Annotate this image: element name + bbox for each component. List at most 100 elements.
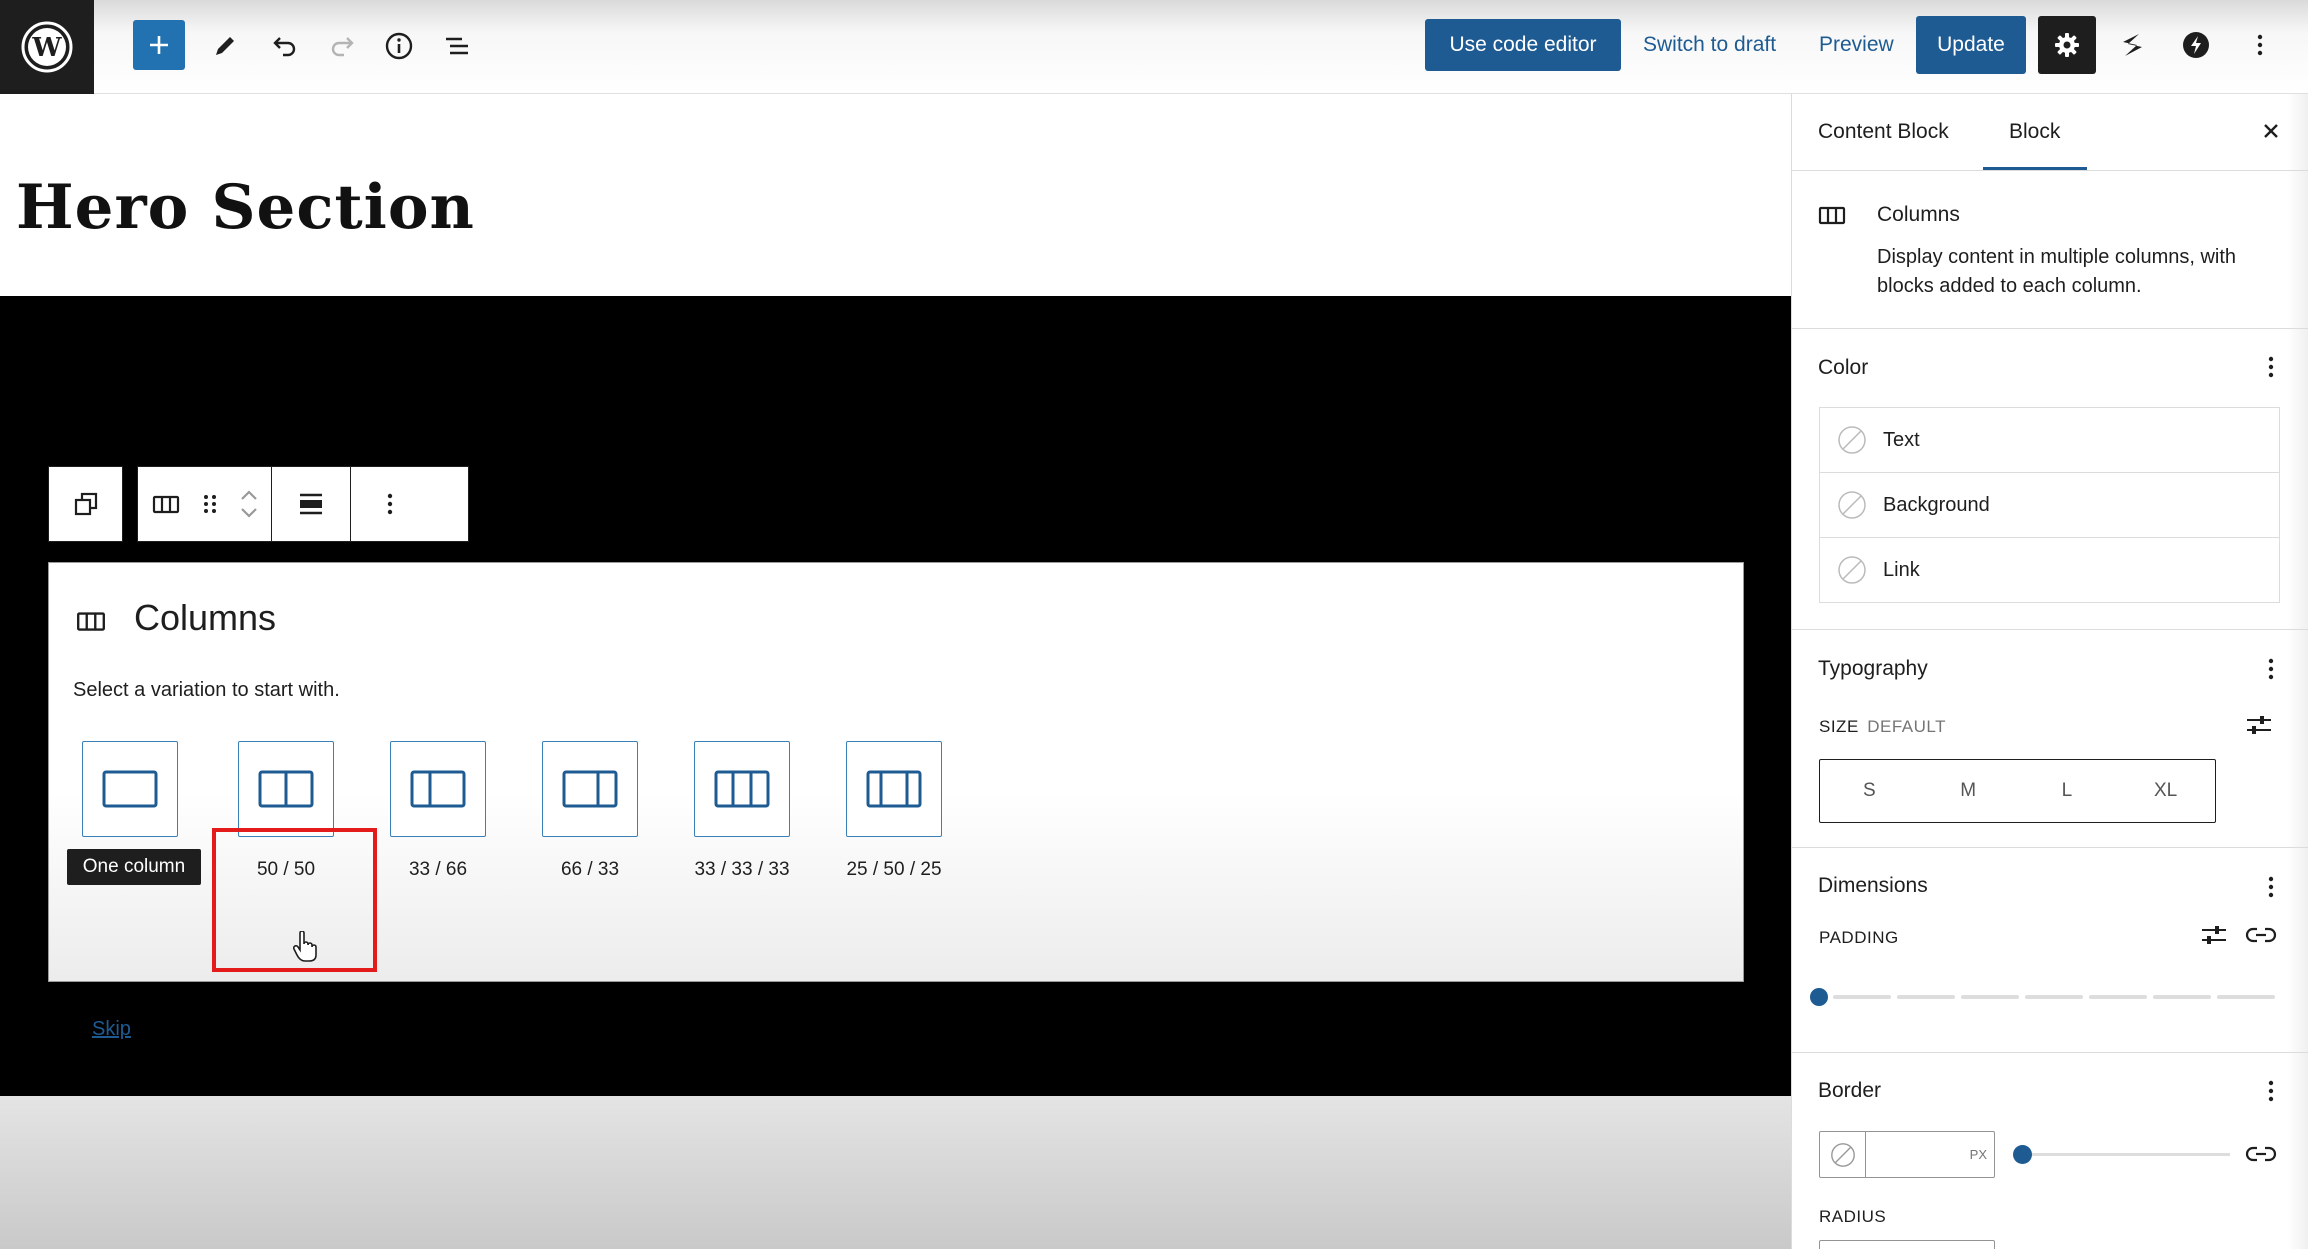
dimensions-panel-title[interactable]: Dimensions [1818,874,1928,898]
drag-handle[interactable] [194,467,226,541]
tooltip: One column [67,849,201,885]
stackable-logo-icon [2123,34,2142,56]
color-options-button[interactable] [2256,352,2286,382]
padding-slider-thumb[interactable] [1810,988,1828,1006]
tab-content-block[interactable]: Content Block [1818,94,1949,170]
skip-link[interactable]: Skip [92,1018,131,1041]
align-button[interactable] [272,467,350,541]
border-width-control: PX [1819,1131,1995,1178]
color-text-item[interactable]: Text [1819,407,2280,473]
padding-slider-step[interactable] [2217,995,2275,999]
two-columns-icon [258,770,314,808]
font-size-m-option[interactable]: M [1919,760,2018,822]
select-parent-button[interactable] [49,467,122,541]
gear-icon [2055,33,2079,57]
padding-custom-button[interactable] [2198,920,2230,950]
move-up-icon[interactable] [237,486,261,504]
variation-one-column[interactable] [82,741,178,837]
details-button[interactable] [373,20,425,72]
divider [1792,629,2308,630]
switch-to-draft-button[interactable]: Switch to draft [1643,19,1776,71]
description-line: blocks added to each column. [1877,275,2142,297]
border-options-button[interactable] [2256,1076,2286,1106]
tab-block[interactable]: Block [2009,94,2060,170]
placeholder-instructions: Select a variation to start with. [73,679,340,701]
drag-handle-icon [204,495,216,513]
empty-color-swatch-icon [1838,556,1866,584]
hand-cursor-icon [292,931,317,962]
page-title[interactable]: Hero Section [16,172,475,243]
description-line: Display content in multiple columns, wit… [1877,246,2237,268]
typography-panel-title[interactable]: Typography [1818,657,1928,681]
move-controls [226,467,271,541]
preview-button[interactable]: Preview [1819,19,1894,71]
font-size-l-option[interactable]: L [2018,760,2117,822]
variation-50-50[interactable] [238,741,334,837]
variation-33-33-33[interactable] [694,741,790,837]
padding-slider-step[interactable] [2089,995,2147,999]
block-options-button[interactable] [351,467,429,541]
variation-25-50-25[interactable] [846,741,942,837]
color-panel-title[interactable]: Color [1818,356,1868,380]
stackable-plugin-button[interactable] [2106,19,2158,71]
border-panel-title[interactable]: Border [1818,1079,1881,1103]
block-type-button[interactable] [138,467,194,541]
redo-button[interactable] [317,20,369,72]
settings-button[interactable] [2038,16,2096,74]
select-parent-icon [74,492,97,516]
block-toolbar-parent [48,466,123,542]
border-width-slider-thumb[interactable] [2013,1145,2032,1164]
padding-slider-step[interactable] [1961,995,2019,999]
padding-slider-step[interactable] [2025,995,2083,999]
add-block-button[interactable] [133,20,185,70]
color-link-item[interactable]: Link [1819,537,2280,603]
divider [1792,328,2308,329]
options-menu-button[interactable] [2234,19,2286,71]
padding-link-button[interactable] [2244,920,2278,950]
border-link-button[interactable] [2244,1139,2278,1169]
list-view-button[interactable] [431,20,483,72]
custom-size-button[interactable] [2243,710,2275,740]
edit-tools-button[interactable] [199,20,251,72]
block-card-description: Display content in multiple columns, wit… [1877,243,2236,301]
variation-label: 33 / 33 / 33 [694,859,790,880]
info-icon [385,32,413,60]
variation-66-33[interactable] [542,741,638,837]
three-columns-icon [714,770,770,808]
settings-sidebar: Content Block Block Columns Display cont… [1791,94,2308,1249]
skip-link-label[interactable]: Skip [92,1018,131,1040]
plugin-button[interactable] [2170,19,2222,71]
padding-slider-step[interactable] [1897,995,1955,999]
redo-icon [331,37,354,57]
border-width-slider-track[interactable] [2020,1153,2230,1156]
align-wide-icon [300,493,322,515]
padding-slider-step[interactable] [1833,995,1891,999]
kebab-menu-icon [2268,876,2274,898]
move-down-icon[interactable] [237,504,261,522]
settings-sliders-icon [2247,716,2271,734]
update-button[interactable]: Update [1916,16,2026,74]
font-size-s-option[interactable]: S [1820,760,1919,822]
columns-placeholder: Columns Select a variation to start with… [48,562,1744,1040]
close-sidebar-button[interactable] [2256,116,2286,146]
color-item-label: Text [1883,428,1920,451]
padding-slider-step[interactable] [2153,995,2211,999]
bolt-circle-icon [2183,32,2209,58]
border-width-input[interactable]: PX [1866,1132,1994,1177]
border-radius-input[interactable] [1819,1240,1995,1249]
color-item-label: Link [1883,558,1920,581]
dimensions-options-button[interactable] [2256,872,2286,902]
block-card-title: Columns [1877,203,1960,226]
typography-options-button[interactable] [2256,654,2286,684]
border-unit-label[interactable]: PX [1970,1147,1987,1162]
font-size-xl-option[interactable]: XL [2116,760,2215,822]
color-background-item[interactable]: Background [1819,472,2280,538]
border-color-button[interactable] [1820,1132,1866,1177]
variation-33-66[interactable] [390,741,486,837]
use-code-editor-button[interactable]: Use code editor [1425,19,1621,71]
undo-button[interactable] [258,20,310,72]
empty-color-swatch-icon [1830,1142,1855,1167]
wordpress-logo-icon[interactable]: W [0,0,94,94]
plus-icon [150,36,168,54]
font-size-toggle-group: S M L XL [1819,759,2216,823]
